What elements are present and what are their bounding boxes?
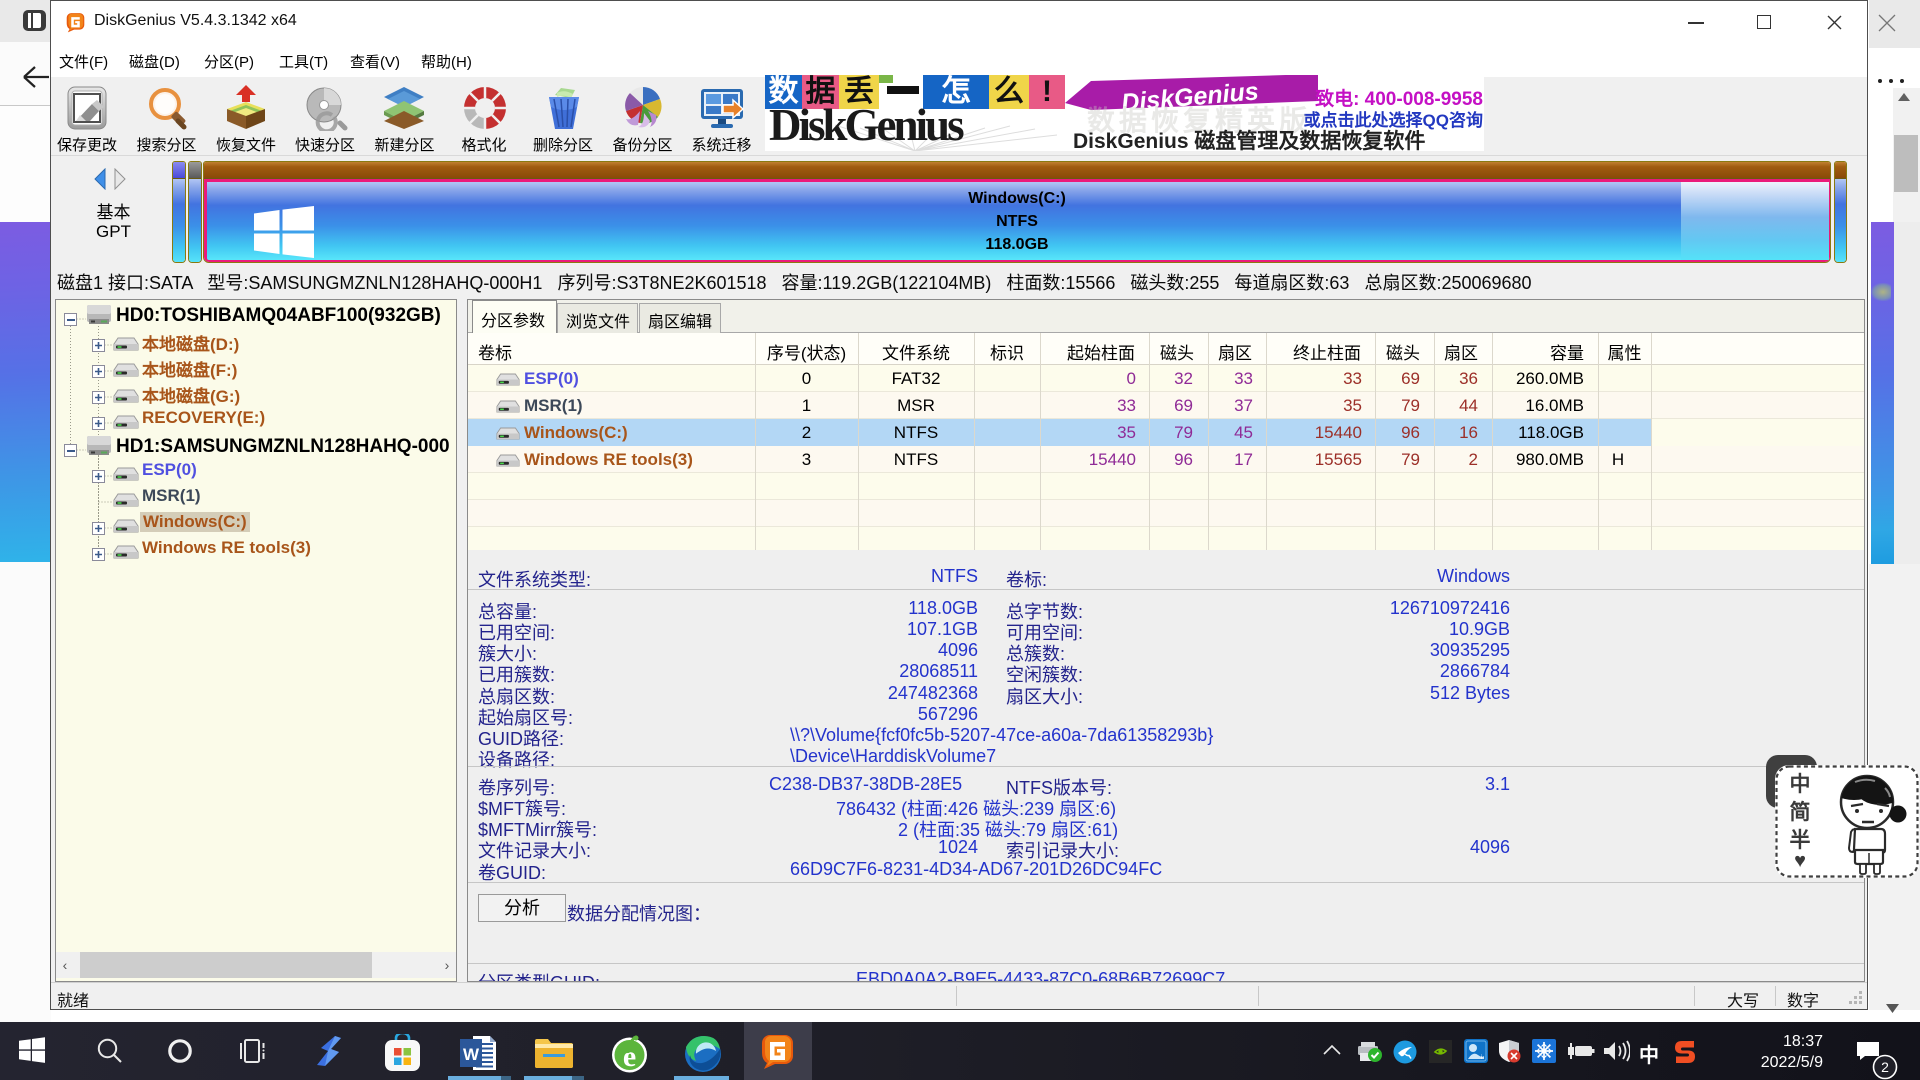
svg-text:i: i: [1481, 1055, 1482, 1061]
svg-text:2: 2: [1881, 1059, 1889, 1075]
svg-text:W: W: [463, 1045, 480, 1064]
